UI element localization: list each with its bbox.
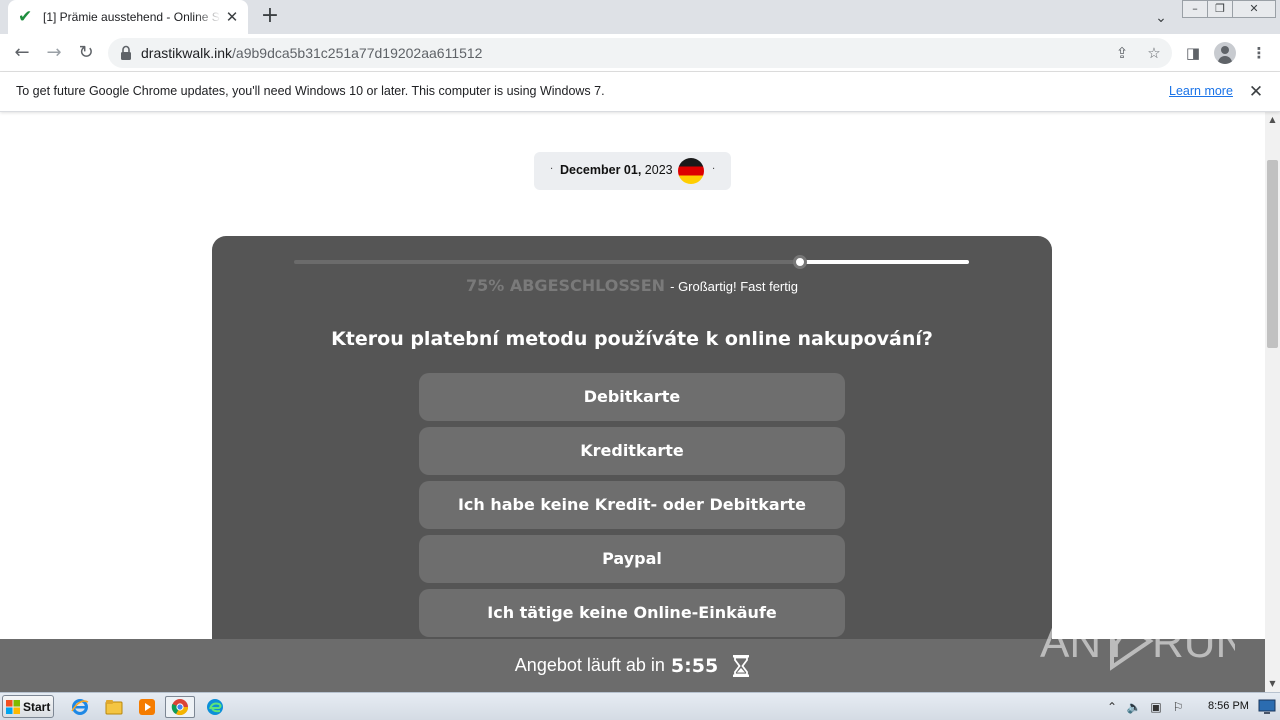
new-tab-icon[interactable]: + <box>258 5 282 29</box>
menu-kebab-icon[interactable]: ⋮ <box>1248 42 1270 64</box>
survey-question: Kterou platební metodu používáte k onlin… <box>331 328 933 350</box>
progress-bar <box>294 255 969 269</box>
profile-avatar-icon[interactable] <box>1214 42 1236 64</box>
start-button[interactable]: Start <box>2 695 54 718</box>
reload-icon[interactable]: ↻ <box>74 41 98 65</box>
minimize-icon[interactable]: – <box>1182 0 1208 18</box>
forward-arrow-icon[interactable]: → <box>42 41 66 65</box>
progress-remaining <box>800 260 969 264</box>
timer-value: 5:55 <box>670 654 719 677</box>
browser-tab[interactable]: ✔ [1] Prämie ausstehend - Online Survey … <box>8 0 248 34</box>
start-label: Start <box>23 699 51 714</box>
show-desktop-icon[interactable] <box>1258 697 1276 715</box>
learn-more-link[interactable]: Learn more <box>1169 84 1233 98</box>
tab-strip: ✔ [1] Prämie ausstehend - Online Survey … <box>0 0 1280 34</box>
windows-logo-icon <box>6 699 20 714</box>
internet-explorer-icon[interactable] <box>68 696 92 718</box>
volume-icon[interactable]: 🔈 <box>1126 699 1142 715</box>
window-close-icon[interactable]: ✕ <box>1232 0 1276 18</box>
network-icon[interactable]: ▣ <box>1148 699 1164 715</box>
side-panel-icon[interactable]: ◨ <box>1182 42 1204 64</box>
url-text: drastikwalk.ink/a9b9dca5b31c251a77d19202… <box>141 45 483 61</box>
dot-icon: · <box>712 164 716 175</box>
lock-icon <box>121 45 131 60</box>
file-explorer-icon[interactable] <box>102 696 126 718</box>
tab-close-icon[interactable]: ✕ <box>224 9 240 25</box>
web-page: · December 01, 2023 · 75% ABGESCHLOSSEN … <box>0 112 1265 692</box>
edge-icon[interactable] <box>203 696 227 718</box>
hourglass-icon <box>733 654 750 677</box>
scroll-up-arrow-icon[interactable]: ▲ <box>1265 114 1280 126</box>
infobar-message: To get future Google Chrome updates, you… <box>16 84 605 98</box>
anyrun-watermark-logo: ANY RUN <box>1040 611 1235 671</box>
progress-subtext: - Großartig! Fast fertig <box>670 279 798 294</box>
update-infobar: To get future Google Chrome updates, you… <box>0 72 1280 112</box>
taskbar-clock[interactable]: 8:56 PM <box>1208 700 1249 712</box>
progress-percent-text: 75% ABGESCHLOSSEN <box>465 276 666 295</box>
progress-label: 75% ABGESCHLOSSEN - Großartig! Fast fert… <box>212 276 1052 295</box>
check-icon: ✔ <box>18 7 33 27</box>
watermark-text-left: ANY <box>1040 618 1130 667</box>
restore-icon[interactable]: ❐ <box>1207 0 1233 18</box>
action-center-flag-icon[interactable]: ⚐ <box>1170 699 1186 715</box>
tab-title: [1] Prämie ausstehend - Online Survey <box>43 10 221 24</box>
chrome-taskbar-icon[interactable] <box>165 696 195 718</box>
scroll-down-arrow-icon[interactable]: ▼ <box>1265 678 1280 690</box>
share-icon[interactable]: ⇪ <box>1112 43 1132 63</box>
answer-button-debitkarte[interactable]: Debitkarte <box>419 373 845 421</box>
timer-label: Angebot läuft ab in <box>514 655 665 675</box>
bookmark-star-icon[interactable]: ☆ <box>1144 43 1164 63</box>
system-tray: ⌃ 🔈 ▣ ⚐ <box>1104 696 1186 718</box>
date-badge: · December 01, 2023 · <box>534 152 731 190</box>
survey-card: 75% ABGESCHLOSSEN - Großartig! Fast fert… <box>212 236 1052 692</box>
site-logo-fragment <box>525 112 740 130</box>
dot-icon: · <box>550 164 554 175</box>
infobar-close-icon[interactable]: ✕ <box>1246 82 1266 102</box>
back-arrow-icon[interactable]: ← <box>10 41 34 65</box>
media-player-icon[interactable] <box>135 696 159 718</box>
windows-taskbar: Start ⌃ 🔈 ▣ ⚐ 8:56 PM <box>0 692 1280 720</box>
window-controls: – ❐ ✕ <box>1182 0 1276 20</box>
tray-expand-icon[interactable]: ⌃ <box>1104 699 1120 715</box>
progress-knob <box>793 255 808 269</box>
date-text: December 01, 2023 <box>560 163 673 177</box>
scroll-thumb[interactable] <box>1267 160 1278 348</box>
answer-button-no-online-shopping[interactable]: Ich tätige keine Online-Einkäufe <box>419 589 845 637</box>
answer-button-no-card[interactable]: Ich habe keine Kredit- oder Debitkarte <box>419 481 845 529</box>
browser-toolbar: ← → ↻ drastikwalk.ink/a9b9dca5b31c251a77… <box>0 34 1280 72</box>
answer-button-paypal[interactable]: Paypal <box>419 535 845 583</box>
tab-search-chevron-icon[interactable]: ⌄ <box>1150 7 1172 29</box>
answer-button-kreditkarte[interactable]: Kreditkarte <box>419 427 845 475</box>
page-scrollbar[interactable]: ▲ ▼ <box>1265 112 1280 692</box>
watermark-text-right: RUN <box>1152 618 1235 667</box>
germany-flag-icon <box>678 158 704 184</box>
offer-timer-bar: Angebot läuft ab in 5:55 ANY RUN <box>0 611 1265 692</box>
address-bar[interactable]: drastikwalk.ink/a9b9dca5b31c251a77d19202… <box>108 38 1172 68</box>
